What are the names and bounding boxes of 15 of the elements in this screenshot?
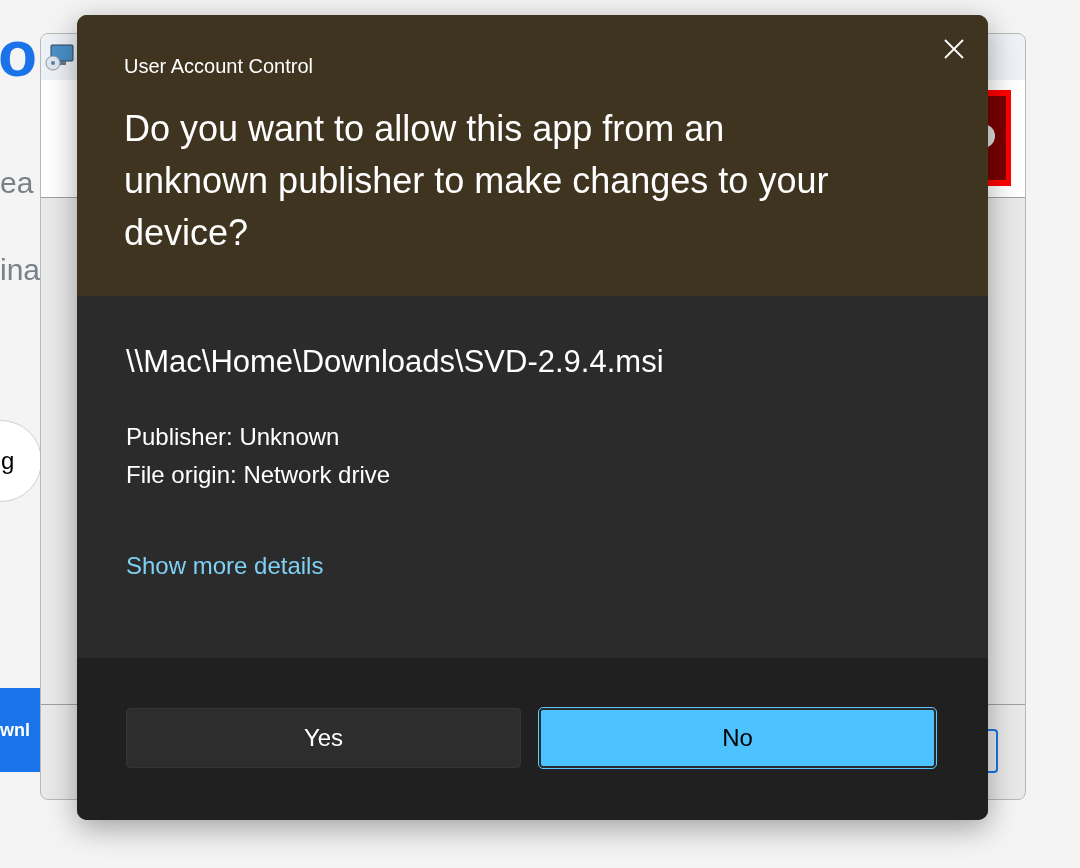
file-path: \\Mac\Home\Downloads\SVD-2.9.4.msi [126,343,665,381]
detail-text: File origin: Network drive [126,460,392,490]
dialog-question: Do you want to allow this app from an unknown publisher to make changes to your device? [124,107,830,255]
download-button[interactable]: wnl [0,688,40,772]
page-heading: o [0,22,38,86]
dialog-title: User Account Control [124,54,314,79]
details-link[interactable]: Show more details [126,550,324,582]
computer-disc-icon [45,43,75,71]
dialog-button[interactable]: No [539,708,936,768]
close-icon [944,39,964,59]
page-button[interactable]: g [0,420,42,502]
dialog-button[interactable]: Yes [126,708,521,768]
detail-text: Publisher: Unknown [126,422,341,452]
page-text: ea [0,168,34,198]
page-text: ina [0,255,41,285]
